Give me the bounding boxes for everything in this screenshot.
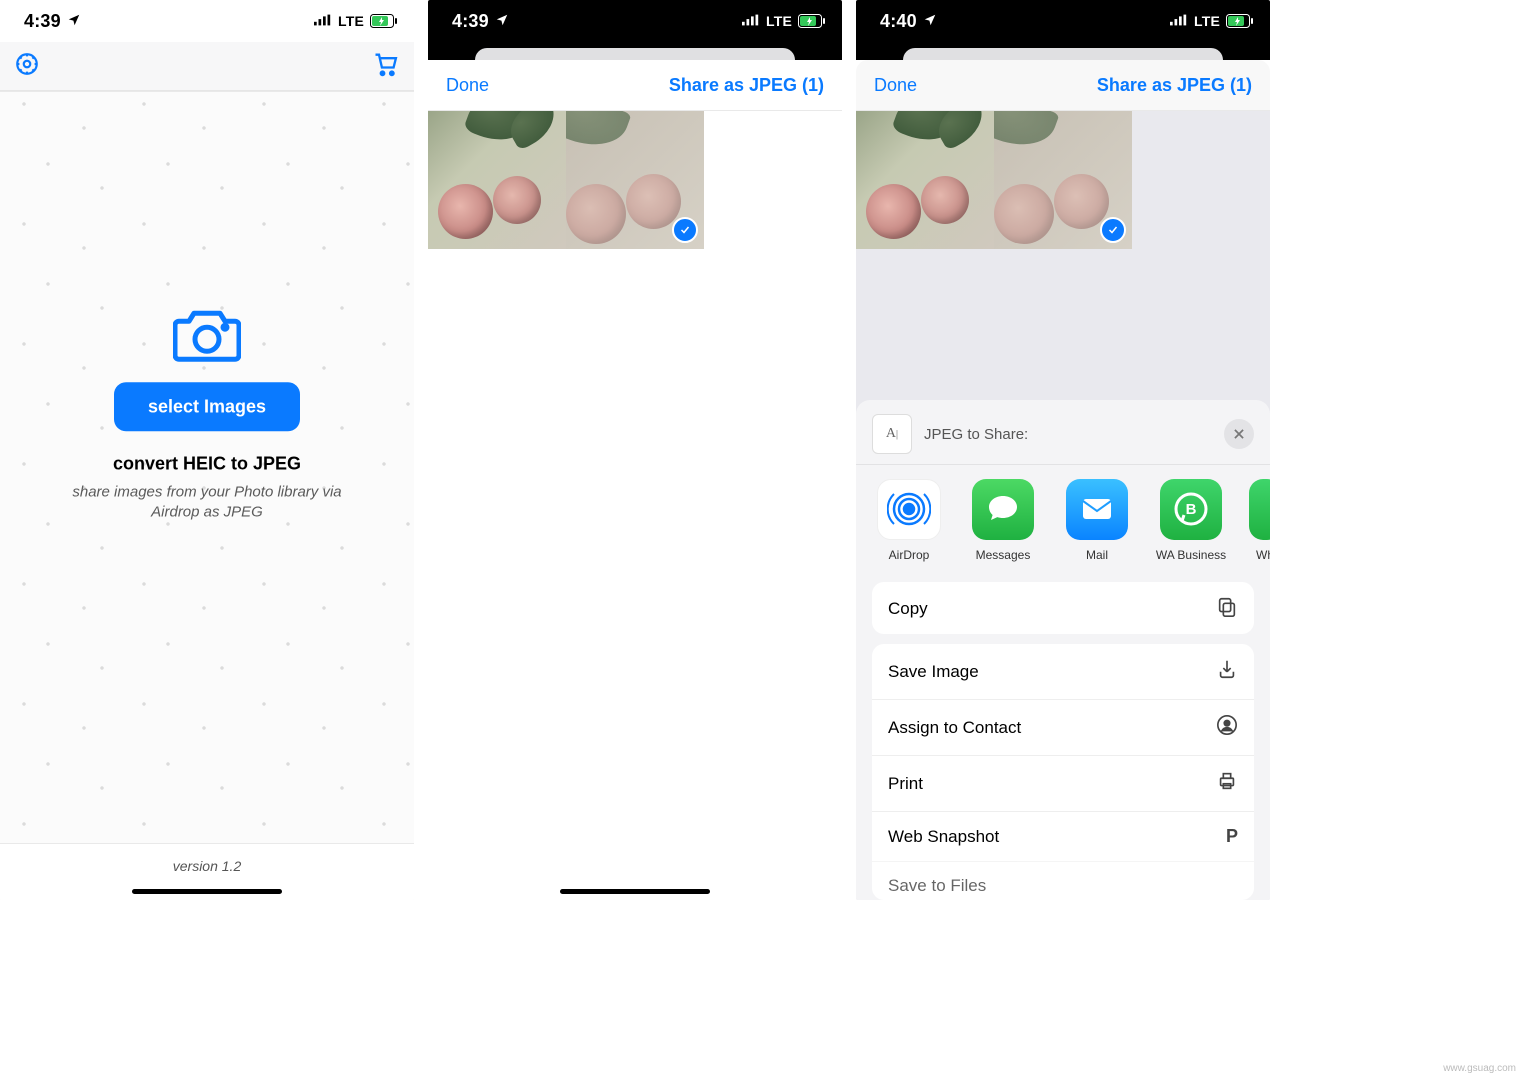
location-icon	[923, 11, 937, 32]
network-label: LTE	[766, 13, 792, 29]
close-icon[interactable]	[1224, 419, 1254, 449]
action-label: Print	[888, 774, 923, 794]
network-label: LTE	[338, 13, 364, 29]
share-jpeg-button[interactable]: Share as JPEG (1)	[669, 75, 824, 96]
thumbnail[interactable]	[856, 111, 994, 249]
signal-icon	[314, 13, 332, 29]
contact-icon	[1216, 714, 1238, 741]
picker-navbar: Done Share as JPEG (1)	[856, 60, 1270, 111]
app-label: AirDrop	[889, 548, 930, 562]
battery-icon	[1226, 14, 1254, 28]
sheet-grabber	[475, 48, 795, 60]
status-time: 4:40	[880, 11, 917, 32]
thumbnail-area: A| JPEG to Share: AirDrop	[856, 111, 1270, 900]
page-subtitle: share images from your Photo library via…	[57, 482, 357, 523]
main-area: select Images convert HEIC to JPEG share…	[0, 91, 414, 900]
app-messages[interactable]: Messages	[968, 479, 1038, 562]
app-label: WA Business	[1156, 548, 1226, 562]
download-icon	[1216, 658, 1238, 685]
app-airdrop[interactable]: AirDrop	[874, 479, 944, 562]
svg-text:B: B	[1186, 501, 1197, 518]
action-label: Web Snapshot	[888, 827, 999, 847]
status-bar: 4:39 LTE	[0, 0, 414, 42]
status-bar: 4:39 LTE	[428, 0, 842, 42]
page-title: convert HEIC to JPEG	[57, 453, 357, 474]
document-icon: A|	[872, 414, 912, 454]
thumbnail[interactable]	[428, 111, 566, 249]
app-wa-business[interactable]: B WA Business	[1156, 479, 1226, 562]
app-whatsapp-partial[interactable]: Wh	[1250, 479, 1270, 562]
app-toolbar	[0, 42, 414, 91]
action-label: Copy	[888, 599, 928, 619]
share-sheet: A| JPEG to Share: AirDrop	[856, 400, 1270, 900]
print-icon	[1216, 770, 1238, 797]
cart-icon[interactable]	[372, 50, 400, 83]
home-indicator	[560, 889, 710, 894]
actions-group-a: Copy	[872, 582, 1254, 635]
thumbnail-selected[interactable]	[994, 111, 1132, 249]
status-time: 4:39	[452, 11, 489, 32]
select-images-button[interactable]: select Images	[114, 382, 300, 431]
share-apps-row[interactable]: AirDrop Messages Mail B	[856, 469, 1270, 576]
watermark: www.gsuag.com	[1443, 1063, 1516, 1074]
action-label: Save Image	[888, 662, 979, 682]
done-button[interactable]: Done	[446, 75, 489, 96]
action-assign-contact[interactable]: Assign to Contact	[872, 699, 1254, 755]
thumbnail-grid	[428, 111, 842, 900]
action-label: Assign to Contact	[888, 718, 1021, 738]
signal-icon	[1170, 13, 1188, 29]
screen-share-sheet: 4:40 LTE Done Share as JPEG (1)	[856, 0, 1270, 900]
battery-icon	[798, 14, 826, 28]
share-jpeg-button[interactable]: Share as JPEG (1)	[1097, 75, 1252, 96]
app-label: Wh	[1256, 548, 1270, 562]
location-icon	[495, 11, 509, 32]
signal-icon	[742, 13, 760, 29]
sheet-title: JPEG to Share:	[924, 426, 1224, 443]
action-save-image[interactable]: Save Image	[872, 644, 1254, 699]
location-icon	[67, 11, 81, 32]
check-icon	[672, 217, 698, 243]
app-mail[interactable]: Mail	[1062, 479, 1132, 562]
sheet-grabber	[903, 48, 1223, 60]
screen-picker: 4:39 LTE Done Share as JPEG (1)	[428, 0, 842, 900]
status-bar: 4:40 LTE	[856, 0, 1270, 42]
done-button[interactable]: Done	[874, 75, 917, 96]
screen-home: 4:39 LTE select Images	[0, 0, 414, 900]
picker-navbar: Done Share as JPEG (1)	[428, 60, 842, 111]
status-time: 4:39	[24, 11, 61, 32]
copy-icon	[1216, 596, 1238, 623]
camera-icon	[57, 307, 357, 368]
thumbnail-selected[interactable]	[566, 111, 704, 249]
action-print[interactable]: Print	[872, 755, 1254, 811]
app-label: Messages	[976, 548, 1031, 562]
battery-icon	[370, 14, 398, 28]
actions-group-b: Save Image Assign to Contact Print	[872, 644, 1254, 900]
check-icon	[1100, 217, 1126, 243]
app-p-icon: P	[1226, 826, 1238, 847]
app-label: Mail	[1086, 548, 1108, 562]
action-save-files[interactable]: Save to Files	[872, 861, 1254, 900]
home-indicator	[132, 889, 282, 894]
network-label: LTE	[1194, 13, 1220, 29]
gear-icon[interactable]	[14, 51, 40, 82]
action-web-snapshot[interactable]: Web Snapshot P	[872, 811, 1254, 861]
action-copy[interactable]: Copy	[872, 582, 1254, 635]
action-label: Save to Files	[888, 876, 986, 896]
